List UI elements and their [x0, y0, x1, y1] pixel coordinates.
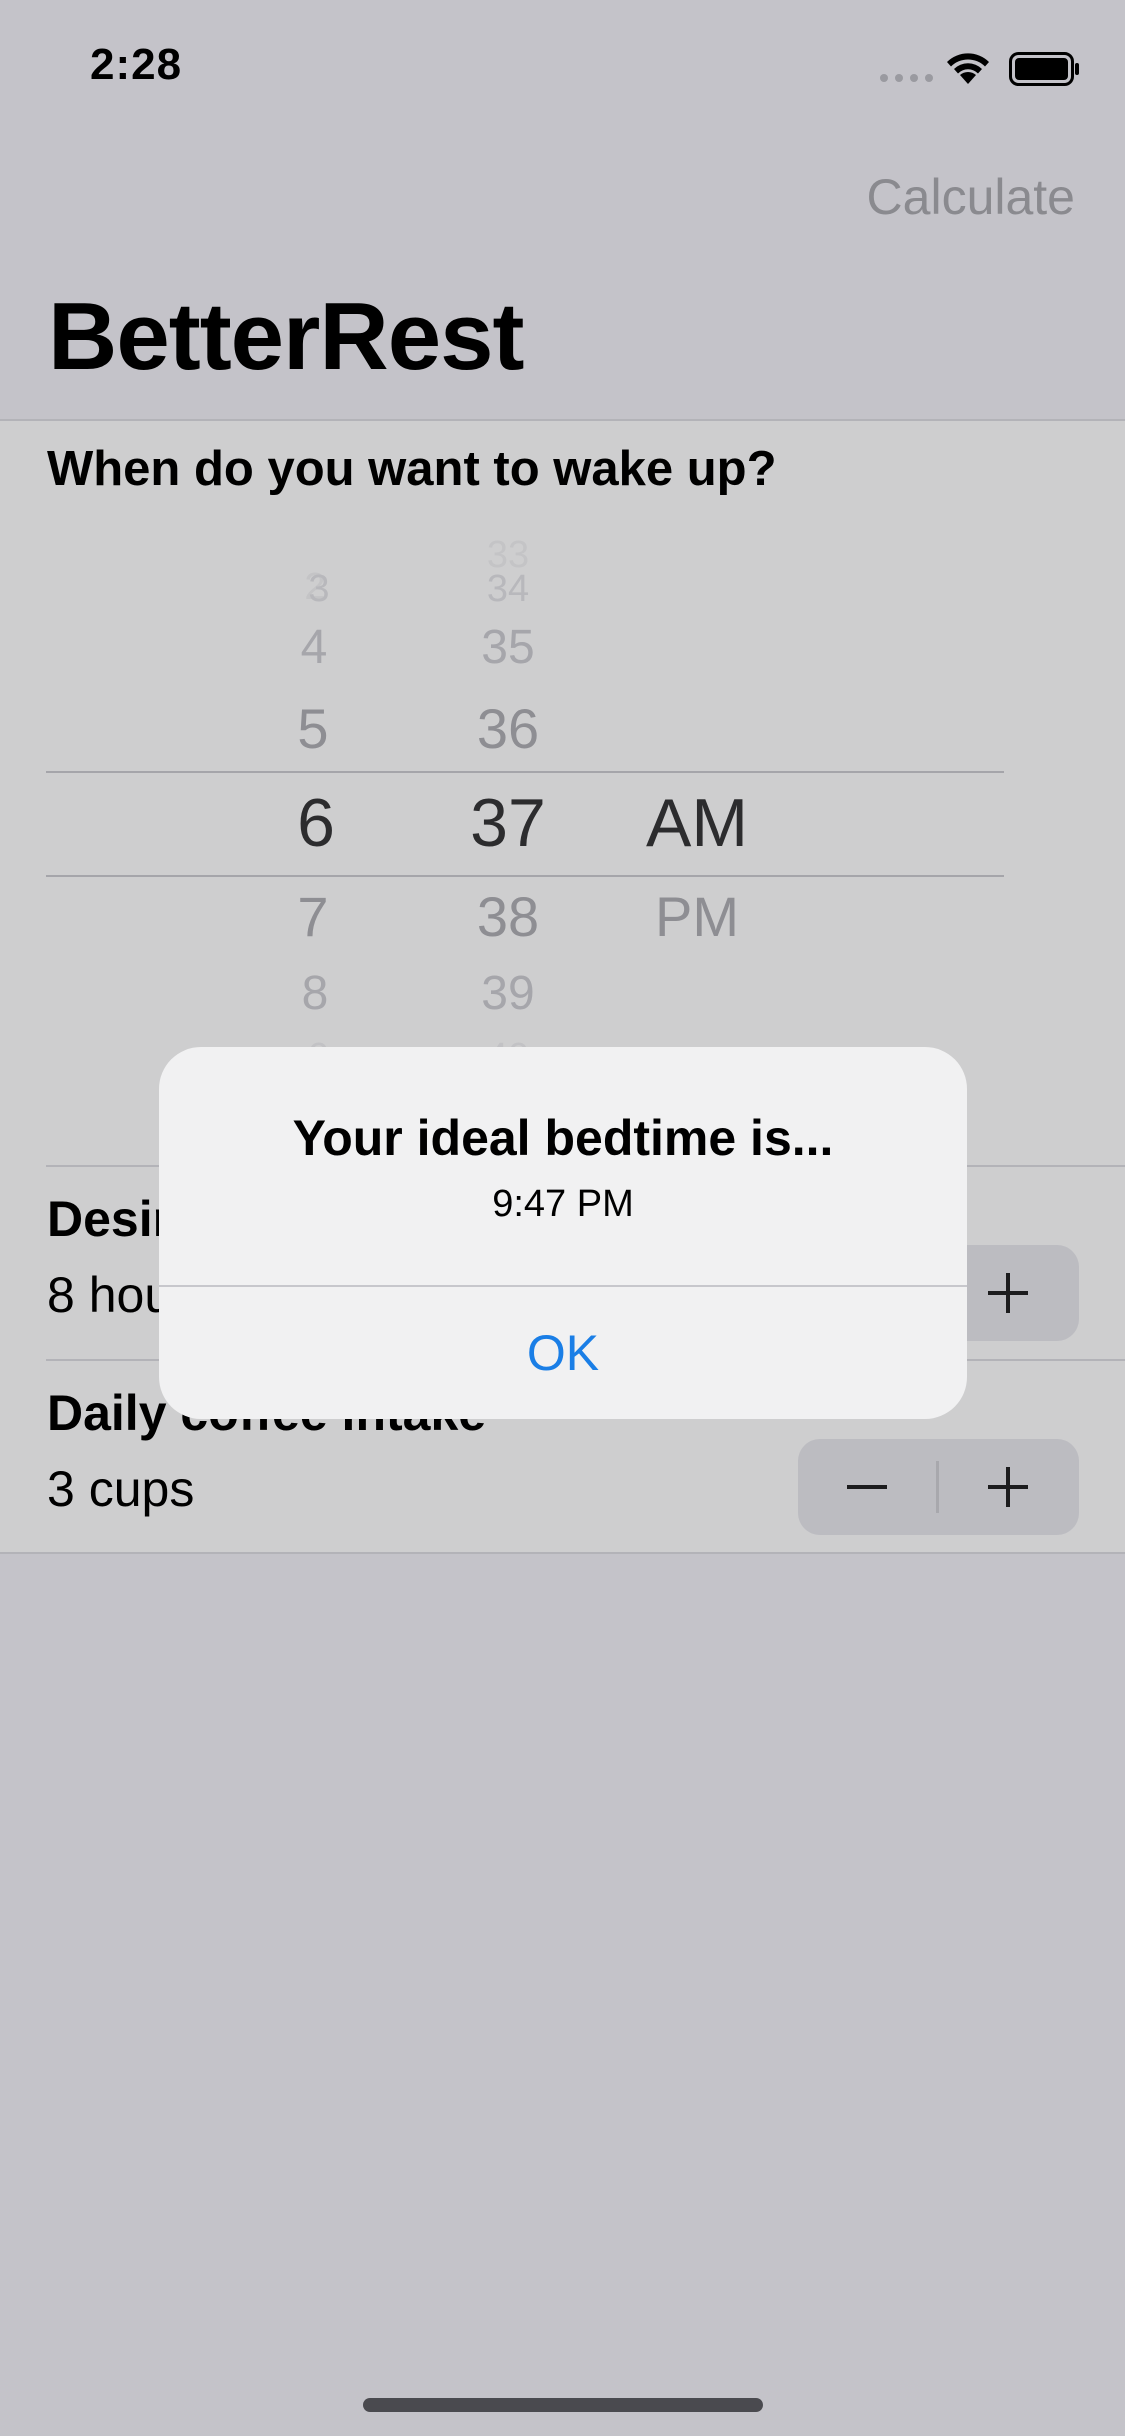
picker-minute: 36 — [476, 697, 540, 760]
minus-icon — [847, 1485, 887, 1489]
page-title: BetterRest — [48, 283, 524, 390]
coffee-intake-value: 3 cups — [47, 1461, 195, 1517]
picker-hour: 8 — [301, 967, 329, 1020]
picker-hour: 5 — [297, 697, 329, 760]
plus-icon — [988, 1467, 1028, 1507]
picker-selection-top-line — [46, 771, 1004, 773]
picker-minute-selected: 37 — [470, 785, 546, 861]
picker-hour-selected: 6 — [297, 785, 335, 861]
wifi-icon — [944, 50, 992, 91]
divider — [0, 419, 1125, 421]
picker-minute: 38 — [476, 885, 540, 948]
wake-up-label: When do you want to wake up? — [47, 442, 777, 496]
picker-selection-bottom-line — [46, 875, 1004, 877]
plus-icon — [988, 1273, 1028, 1313]
picker-period-selected: AM — [646, 785, 748, 861]
picker-hour: 4 — [300, 621, 328, 674]
picker-hour: 3 — [308, 568, 330, 610]
status-time: 2:28 — [90, 40, 183, 89]
alert-message: 9:47 PM — [492, 1183, 634, 1225]
picker-period: PM — [655, 885, 739, 948]
divider — [0, 1552, 1125, 1554]
calculate-button[interactable]: Calculate — [867, 168, 1075, 226]
battery-icon — [1009, 52, 1081, 91]
coffee-increment-button[interactable] — [939, 1439, 1077, 1535]
coffee-decrement-button[interactable] — [798, 1439, 936, 1535]
ok-button[interactable]: OK — [159, 1287, 967, 1419]
picker-minute: 35 — [481, 621, 535, 674]
cellular-dots-icon — [880, 74, 933, 82]
bedtime-alert: Your ideal bedtime is... 9:47 PM OK — [159, 1047, 967, 1419]
home-indicator[interactable] — [363, 2398, 763, 2412]
picker-minute: 39 — [481, 967, 535, 1020]
alert-title: Your ideal bedtime is... — [292, 1110, 834, 1166]
picker-minute: 34 — [486, 568, 530, 610]
picker-hour: 7 — [297, 885, 329, 948]
time-picker[interactable]: 2 3 4 5 6 7 8 9 33 34 35 36 37 38 39 40 … — [0, 534, 1125, 1078]
coffee-stepper[interactable] — [798, 1439, 1079, 1535]
